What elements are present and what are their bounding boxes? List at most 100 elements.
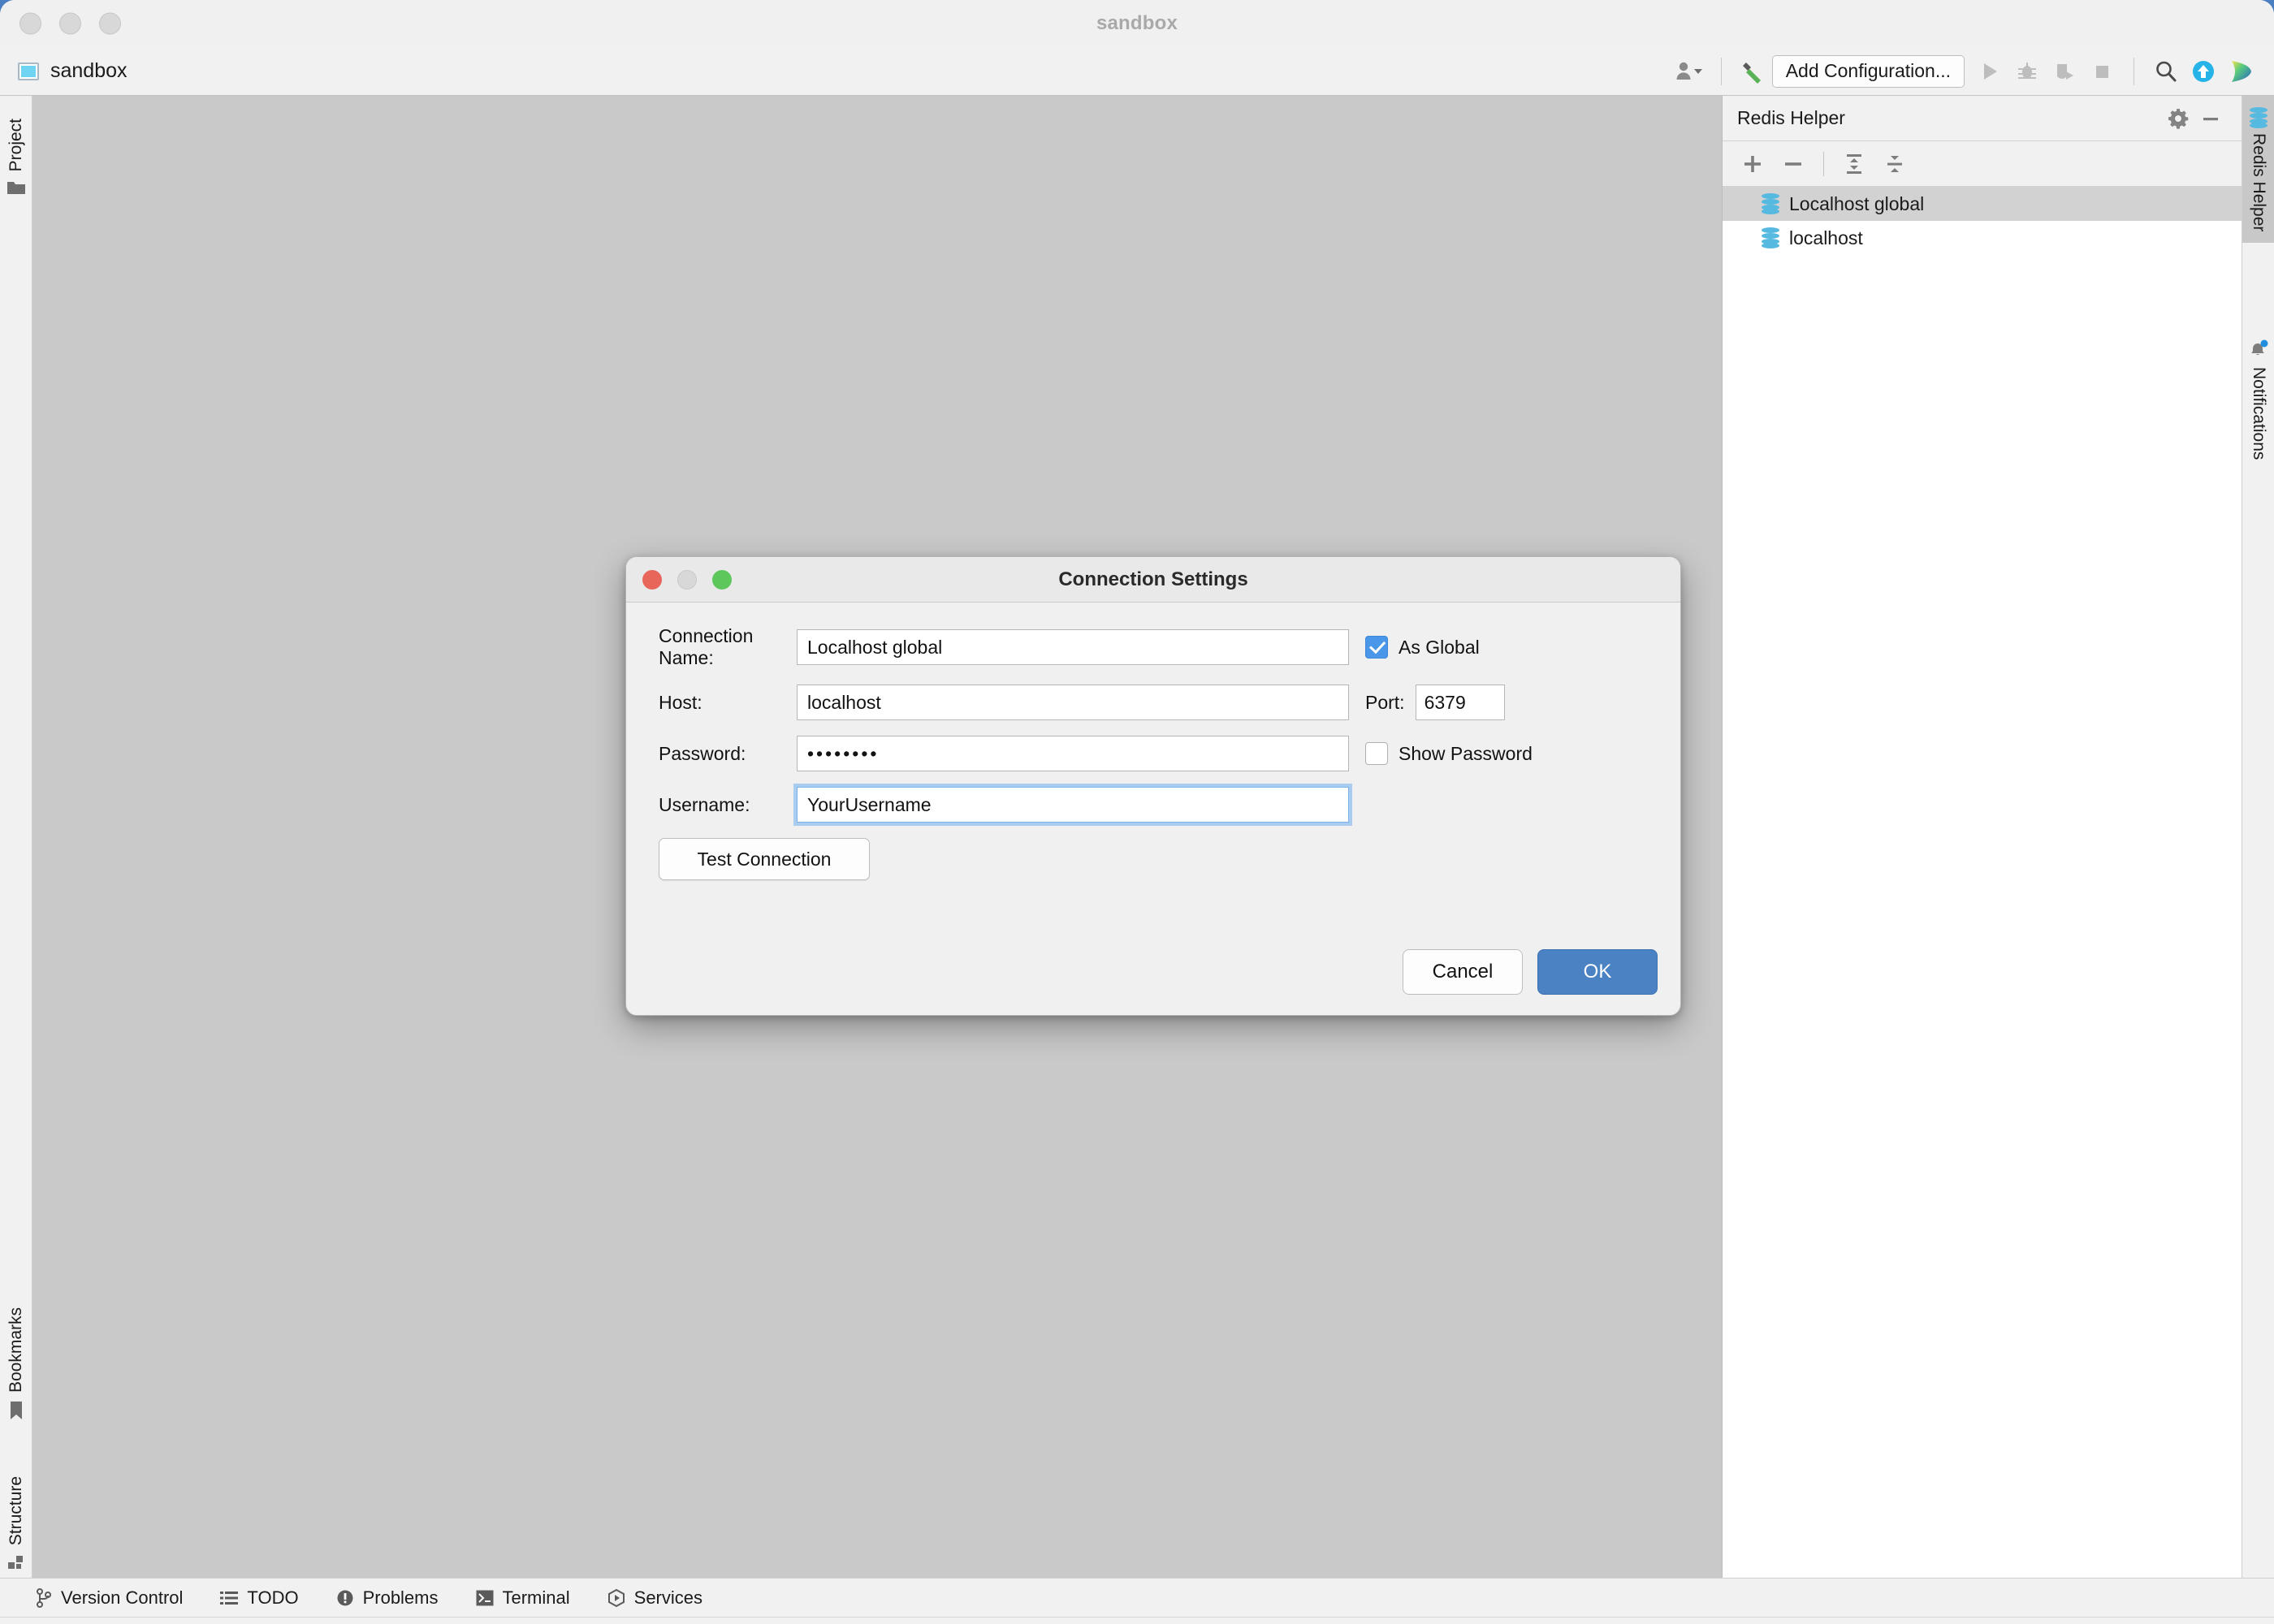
- minus-icon[interactable]: [1775, 147, 1812, 181]
- redis-helper-toolbar: [1723, 141, 2242, 187]
- ok-button[interactable]: OK: [1537, 949, 1658, 995]
- sidebar-item-structure[interactable]: Structure: [0, 1476, 32, 1571]
- status-item-todo[interactable]: TODO: [220, 1587, 299, 1609]
- minimize-icon[interactable]: [59, 12, 81, 35]
- notification-bar: Localized IntelliJ IDEA 2022.1.3 is avai…: [0, 1617, 2274, 1624]
- minimize-icon[interactable]: [677, 569, 697, 590]
- bell-icon: [2248, 339, 2269, 359]
- stop-square-icon[interactable]: [2083, 53, 2121, 90]
- status-item-version-control[interactable]: Version Control: [36, 1587, 183, 1609]
- list-item-label: localhost: [1789, 227, 1863, 248]
- connection-name-input[interactable]: Localhost global: [797, 629, 1349, 665]
- sidebar-item-label: Notifications: [2250, 367, 2268, 460]
- main-toolbar: sandbox Add Configuration...: [0, 47, 2274, 96]
- right-tool-stripe: Redis Helper Notifications: [2242, 96, 2274, 1578]
- database-icon: [1762, 193, 1779, 214]
- services-icon: [607, 1588, 625, 1607]
- status-item-label: Version Control: [61, 1587, 184, 1608]
- redis-helper-header: Redis Helper: [1723, 96, 2242, 141]
- password-label: Password:: [659, 742, 746, 764]
- status-item-terminal[interactable]: Terminal: [476, 1587, 570, 1609]
- user-account-icon[interactable]: [1671, 53, 1708, 90]
- redis-toolbar-divider: [1823, 151, 1824, 176]
- database-icon: [1762, 227, 1779, 248]
- status-item-problems[interactable]: Problems: [336, 1587, 439, 1609]
- dialog-titlebar: Connection Settings: [626, 557, 1680, 603]
- problems-icon: [336, 1589, 354, 1607]
- build-hammer-icon[interactable]: [1735, 53, 1772, 90]
- connection-name-label: Connection Name:: [659, 625, 754, 668]
- status-item-label: Problems: [362, 1587, 439, 1608]
- run-with-coverage-icon[interactable]: [2046, 53, 2083, 90]
- window-titlebar: sandbox: [0, 0, 2274, 47]
- as-global-label[interactable]: As Global: [1399, 637, 1480, 659]
- database-icon: [2250, 107, 2268, 128]
- gear-icon[interactable]: [2162, 102, 2194, 135]
- list-item-label: Localhost global: [1789, 192, 1925, 214]
- test-connection-button[interactable]: Test Connection: [659, 838, 870, 880]
- sidebar-item-label: Structure: [6, 1476, 25, 1546]
- dialog-action-buttons: Cancel OK: [1403, 949, 1658, 995]
- dialog-body: Connection Name: Localhost global As Glo…: [626, 603, 1680, 1015]
- status-item-label: TODO: [247, 1587, 299, 1608]
- field-row-username: Username: YourUsername: [626, 784, 1680, 826]
- update-available-icon[interactable]: [2185, 53, 2222, 90]
- add-configuration-button[interactable]: Add Configuration...: [1771, 54, 1965, 88]
- sidebar-item-project[interactable]: Project: [0, 119, 32, 196]
- window-traffic-lights: [19, 12, 121, 35]
- close-icon[interactable]: [19, 12, 41, 35]
- minimize-icon[interactable]: [2194, 102, 2227, 135]
- toolbar-divider-2: [2133, 57, 2134, 85]
- sidebar-item-label: Bookmarks: [6, 1307, 25, 1393]
- sidebar-item-label: Redis Helper: [2250, 133, 2268, 232]
- window-title: sandbox: [1096, 12, 1178, 34]
- username-input[interactable]: YourUsername: [793, 784, 1352, 826]
- as-global-checkbox[interactable]: [1365, 636, 1388, 659]
- host-label: Host:: [659, 691, 703, 713]
- redis-helper-title: Redis Helper: [1737, 107, 1845, 128]
- field-row-host: Host: localhost Port: 6379: [626, 685, 1680, 720]
- sidebar-item-notifications[interactable]: Notifications: [2242, 339, 2274, 460]
- terminal-icon: [476, 1590, 494, 1606]
- branch-icon: [36, 1587, 52, 1608]
- list-item[interactable]: localhost: [1723, 221, 2242, 255]
- run-play-icon[interactable]: [1971, 53, 2008, 90]
- zoom-icon[interactable]: [712, 569, 732, 590]
- folder-icon: [6, 179, 26, 196]
- list-item[interactable]: Localhost global: [1723, 187, 2242, 221]
- status-item-services[interactable]: Services: [607, 1587, 703, 1609]
- left-tool-stripe: Project Bookmarks Structure: [0, 96, 32, 1578]
- username-label: Username:: [659, 793, 750, 815]
- status-bar: Version Control TODO Problems Terminal S…: [0, 1578, 2274, 1617]
- debug-bug-icon[interactable]: [2008, 53, 2046, 90]
- project-module-icon: [18, 62, 39, 80]
- sidebar-item-bookmarks[interactable]: Bookmarks: [0, 1307, 32, 1420]
- search-everywhere-icon[interactable]: [2147, 53, 2185, 90]
- host-input[interactable]: localhost: [797, 685, 1349, 720]
- plus-icon[interactable]: [1734, 147, 1771, 181]
- status-item-label: Services: [633, 1587, 703, 1608]
- plugin-logo-icon[interactable]: [2222, 53, 2259, 90]
- sidebar-item-label: Project: [6, 119, 25, 172]
- port-label: Port:: [1365, 691, 1405, 713]
- bookmark-icon: [8, 1401, 24, 1420]
- redis-helper-tool-window: Redis Helper Localhost global localhost: [1722, 96, 2242, 1578]
- show-password-checkbox[interactable]: [1365, 742, 1388, 765]
- project-name-label[interactable]: sandbox: [50, 59, 128, 83]
- screen: sandbox sandbox Add Configuration... Pro…: [0, 0, 2274, 1624]
- sidebar-item-redis-helper[interactable]: Redis Helper: [2242, 96, 2274, 244]
- show-password-label[interactable]: Show Password: [1399, 743, 1533, 765]
- status-item-label: Terminal: [502, 1587, 570, 1608]
- field-row-password: Password: •••••••• Show Password: [626, 736, 1680, 771]
- close-icon[interactable]: [642, 569, 662, 590]
- collapse-all-icon[interactable]: [1876, 147, 1913, 181]
- password-input[interactable]: ••••••••: [797, 736, 1349, 771]
- redis-connection-list: Localhost global localhost: [1723, 187, 2242, 1578]
- connection-settings-dialog: Connection Settings Connection Name: Loc…: [625, 556, 1681, 1016]
- toolbar-divider-1: [1720, 57, 1722, 85]
- port-input[interactable]: 6379: [1415, 685, 1505, 720]
- zoom-icon[interactable]: [99, 12, 121, 35]
- cancel-button[interactable]: Cancel: [1403, 949, 1523, 995]
- expand-all-icon[interactable]: [1835, 147, 1873, 181]
- list-icon: [220, 1590, 239, 1606]
